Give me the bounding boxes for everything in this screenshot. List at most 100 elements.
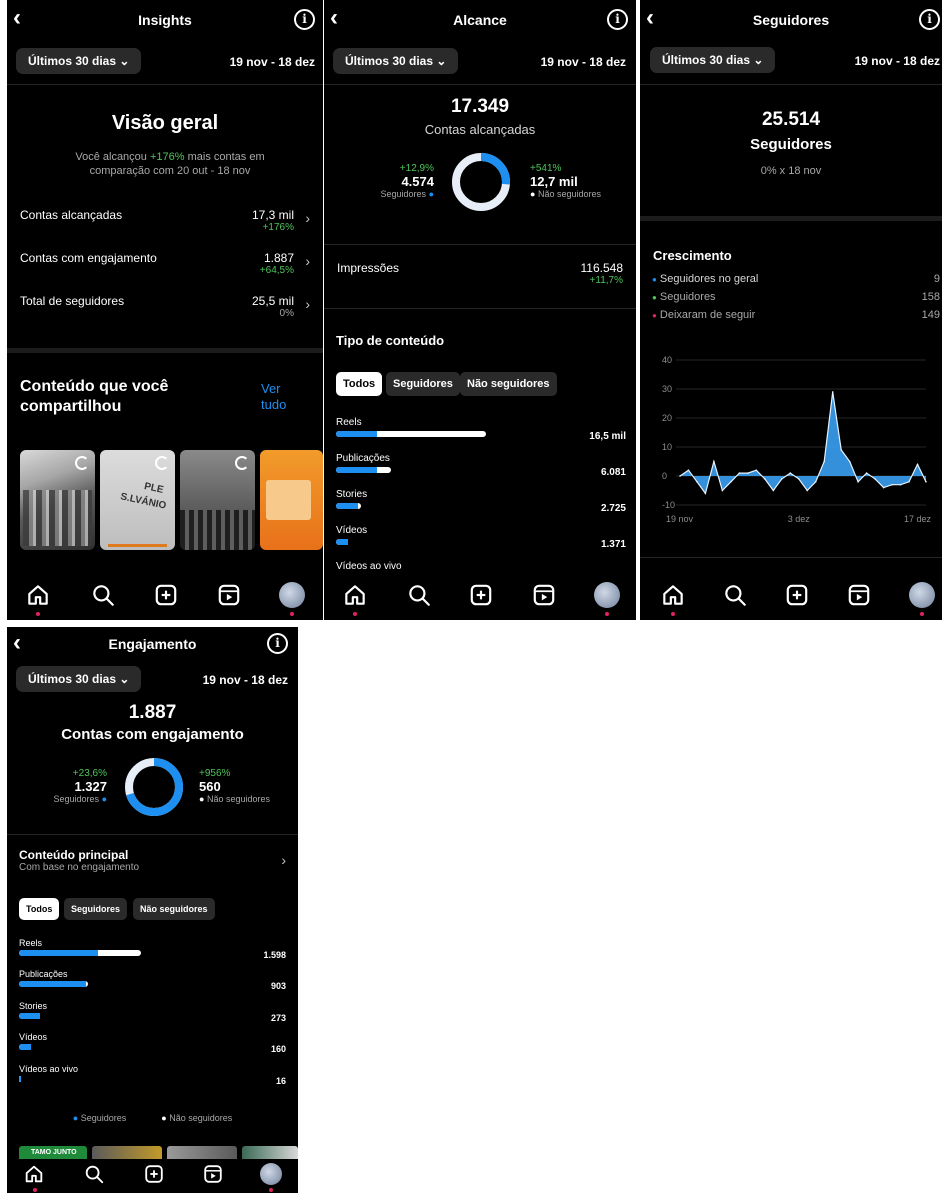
date-range-dropdown[interactable]: Últimos 30 dias ⌄ xyxy=(333,48,459,74)
home-icon[interactable] xyxy=(660,582,686,608)
followers-total: 25.514 xyxy=(761,109,821,130)
legend-dot-followers: ● xyxy=(101,794,107,804)
bar-followers xyxy=(336,503,359,509)
bottom-nav xyxy=(640,574,942,620)
reels-icon[interactable] xyxy=(531,582,557,608)
bar-row-videos: Vídeos 160 xyxy=(19,1032,286,1068)
date-range-text: 19 nov - 18 dez xyxy=(854,54,940,68)
data-point xyxy=(781,478,783,480)
content-thumbnail[interactable] xyxy=(260,450,323,550)
home-icon[interactable] xyxy=(342,582,368,608)
bar-followers xyxy=(19,981,86,987)
growth-chart: 40 30 20 10 0 -10 19 nov 3 dez 17 dez xyxy=(662,355,932,524)
data-point xyxy=(789,472,792,474)
impressions-change: +11,7% xyxy=(589,275,623,286)
growth-heading: Crescimento xyxy=(653,248,732,263)
range-label: Últimos 30 dias xyxy=(28,672,117,686)
followers-subtitle: 0% x 18 nov xyxy=(760,165,822,177)
filter-non-followers[interactable]: Não seguidores xyxy=(133,898,215,920)
shared-content-heading: Conteúdo que você compartilhou xyxy=(20,378,169,415)
filter-all[interactable]: Todos xyxy=(19,898,60,920)
followers-value: 1.327 xyxy=(74,779,107,794)
bar-value: 1.598 xyxy=(263,950,286,960)
chevron-down-icon: ⌄ xyxy=(753,53,764,67)
metric-row-engaged[interactable]: Contas com engajamento 1.887 +64,5% › xyxy=(20,251,310,283)
y-tick-label: 20 xyxy=(662,413,672,423)
filter-followers[interactable]: Seguidores xyxy=(386,372,460,396)
data-point xyxy=(882,486,885,489)
data-point xyxy=(831,391,834,393)
bar-value: 6.081 xyxy=(600,467,626,478)
bar-label: Reels xyxy=(19,938,43,948)
notification-dot xyxy=(269,1188,273,1192)
principal-content-row[interactable]: Conteúdo principal Com base no engajamen… xyxy=(19,848,286,878)
data-point xyxy=(908,481,910,483)
reels-icon[interactable] xyxy=(216,582,242,608)
search-icon[interactable] xyxy=(83,1163,105,1185)
see-all-link[interactable]: Ver tudo xyxy=(261,381,301,413)
date-range-text: 19 nov - 18 dez xyxy=(229,55,315,69)
non-followers-label: Não seguidores xyxy=(537,189,601,199)
data-point xyxy=(755,469,758,471)
non-followers-stat: +956% 560 ● Não seguidores xyxy=(199,768,289,804)
search-icon[interactable] xyxy=(406,582,432,608)
chevron-down-icon: ⌄ xyxy=(119,54,130,68)
bar-followers xyxy=(19,1076,21,1082)
info-icon[interactable]: i xyxy=(607,9,628,30)
create-icon[interactable] xyxy=(468,582,494,608)
home-icon[interactable] xyxy=(25,582,51,608)
create-icon[interactable] xyxy=(153,582,179,608)
bar-value: 273 xyxy=(270,1013,286,1023)
data-point xyxy=(772,489,775,492)
create-icon[interactable] xyxy=(784,582,810,608)
content-thumbnail[interactable] xyxy=(20,450,95,550)
followers-label: Seguidores xyxy=(380,189,427,199)
non-followers-stat: +541% 12,7 mil ● Não seguidores xyxy=(530,163,620,199)
info-icon[interactable]: i xyxy=(294,9,315,30)
profile-avatar[interactable] xyxy=(909,582,935,608)
bar-label: Vídeos xyxy=(19,1032,48,1042)
info-icon[interactable]: i xyxy=(919,9,940,30)
create-icon[interactable] xyxy=(143,1163,165,1185)
summary-highlight: +176% xyxy=(149,151,185,163)
followers-total-label: Seguidores xyxy=(750,136,832,153)
bar-row-videos: Vídeos 1.371 xyxy=(336,525,626,561)
profile-avatar[interactable] xyxy=(279,582,305,608)
legend-row: ● Seguidores no geral 9 xyxy=(652,273,940,285)
data-point xyxy=(806,489,808,492)
metric-row-followers[interactable]: Total de seguidores 25,5 mil 0% › xyxy=(20,294,310,326)
search-icon[interactable] xyxy=(722,582,748,608)
metric-change: 0% xyxy=(279,308,294,319)
data-point xyxy=(899,483,902,486)
date-range-dropdown[interactable]: Últimos 30 dias ⌄ xyxy=(650,47,776,73)
metric-row-reached[interactable]: Contas alcançadas 17,3 mil +176% › xyxy=(20,208,310,240)
search-icon[interactable] xyxy=(90,582,116,608)
engagement-total-label: Contas com engajamento xyxy=(61,726,244,743)
home-icon[interactable] xyxy=(23,1163,45,1185)
notification-dot xyxy=(920,612,924,616)
overview-summary: Você alcançou +176% mais contas em compa… xyxy=(75,151,265,177)
impressions-value: 116.548 xyxy=(580,261,624,275)
content-thumbnail[interactable]: PLE S.LVÁNIO xyxy=(100,450,175,550)
chevron-right-icon: › xyxy=(305,253,310,269)
date-range-dropdown[interactable]: Últimos 30 dias ⌄ xyxy=(16,48,142,74)
profile-avatar[interactable] xyxy=(260,1163,282,1185)
y-tick-label: 30 xyxy=(662,384,672,394)
profile-avatar[interactable] xyxy=(594,582,620,608)
data-point xyxy=(925,481,927,483)
filter-followers[interactable]: Seguidores xyxy=(64,898,128,920)
bar-label: Publicações xyxy=(19,969,68,979)
bars-legend: ● Seguidores ● Não seguidores xyxy=(72,1113,233,1123)
reels-icon[interactable] xyxy=(846,582,872,608)
legend-dot-followers: ● xyxy=(428,189,434,199)
content-thumbnail[interactable] xyxy=(180,450,255,550)
reels-icon[interactable] xyxy=(202,1163,224,1185)
filter-all[interactable]: Todos xyxy=(336,372,383,396)
data-point xyxy=(891,483,893,486)
page-title: Insights xyxy=(138,12,192,28)
info-icon[interactable]: i xyxy=(267,633,288,654)
bar-followers xyxy=(336,539,349,545)
bar-value: 1.371 xyxy=(600,539,626,550)
date-range-dropdown[interactable]: Últimos 30 dias ⌄ xyxy=(16,666,142,692)
filter-non-followers[interactable]: Não seguidores xyxy=(460,372,557,396)
